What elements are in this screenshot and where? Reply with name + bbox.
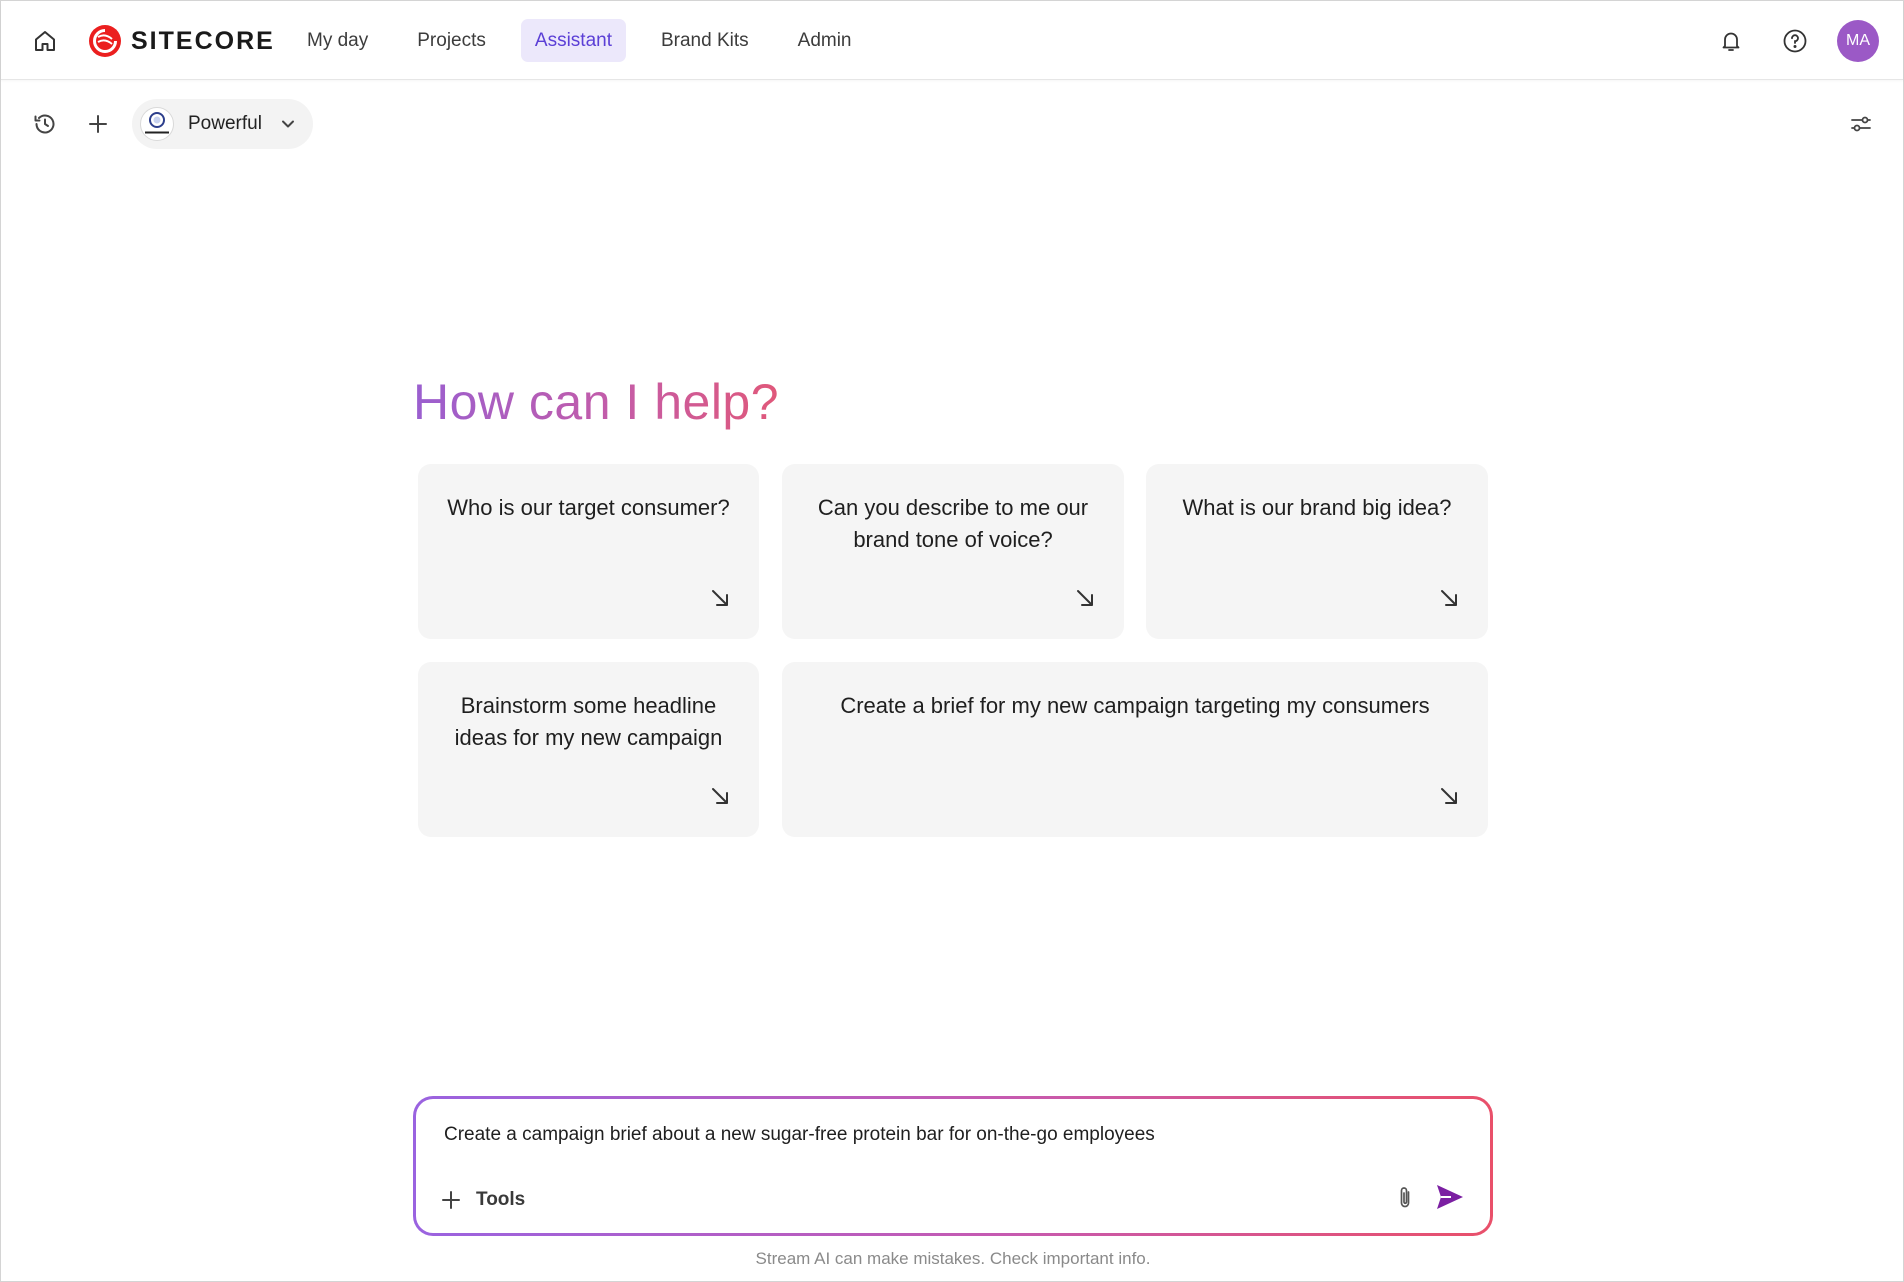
- agent-name: Powerful: [188, 113, 262, 134]
- nav-item-brand-kits[interactable]: Brand Kits: [647, 19, 763, 62]
- suggestion-text: Create a brief for my new campaign targe…: [840, 693, 1430, 718]
- suggestion-text: Who is our target consumer?: [447, 495, 730, 520]
- app-window: SITECORE My day Projects Assistant Brand…: [0, 0, 1904, 1282]
- arrow-down-right-icon: [712, 590, 728, 606]
- chat-settings-button[interactable]: [1841, 104, 1881, 144]
- bell-icon: [1722, 32, 1740, 51]
- paperclip-icon: [1400, 1187, 1410, 1208]
- nav-item-my-day[interactable]: My day: [293, 19, 382, 62]
- tools-label: Tools: [476, 1189, 526, 1210]
- nav-item-projects[interactable]: Projects: [403, 19, 500, 62]
- nav-item-assistant[interactable]: Assistant: [520, 19, 626, 62]
- user-avatar[interactable]: MA: [1837, 20, 1879, 62]
- arrow-down-right-icon: [1441, 788, 1457, 804]
- send-button[interactable]: [1434, 1181, 1466, 1213]
- attach-button[interactable]: [1392, 1185, 1418, 1211]
- agent-logo-icon: [144, 112, 170, 135]
- main-nav: My day Projects Assistant Brand Kits Adm…: [293, 19, 887, 62]
- sitecore-logo-mark-icon: [89, 25, 121, 57]
- nav-item-admin[interactable]: Admin: [784, 19, 866, 62]
- new-chat-button[interactable]: [78, 104, 118, 144]
- suggestion-card[interactable]: Brainstorm some headline ideas for my ne…: [418, 662, 759, 837]
- chevron-down-icon: [281, 120, 294, 128]
- brand-name: SITECORE: [131, 26, 275, 55]
- ai-disclaimer: Stream AI can make mistakes. Check impor…: [755, 1249, 1151, 1268]
- top-nav-bar: SITECORE My day Projects Assistant Brand…: [1, 1, 1903, 80]
- suggestion-card[interactable]: Create a brief for my new campaign targe…: [782, 662, 1488, 837]
- suggestion-card[interactable]: Can you describe to me our brand tone of…: [782, 464, 1124, 639]
- notifications-button[interactable]: [1709, 19, 1753, 63]
- suggestion-text: What is our brand big idea?: [1182, 495, 1452, 520]
- arrow-down-right-icon: [1077, 590, 1093, 606]
- assistant-toolbar: Powerful: [1, 99, 1903, 149]
- send-icon: [1437, 1185, 1463, 1209]
- help-icon: [1783, 29, 1807, 53]
- sliders-icon: [1851, 116, 1871, 132]
- arrow-down-right-icon: [712, 788, 728, 804]
- history-button[interactable]: [25, 104, 65, 144]
- prompt-composer: Tools: [413, 1096, 1493, 1236]
- plus-icon: [442, 1191, 460, 1209]
- home-icon: [35, 31, 55, 51]
- home-button[interactable]: [25, 23, 65, 59]
- suggestion-text: Can you describe to me our brand tone of…: [817, 495, 1089, 552]
- tools-button[interactable]: Tools: [440, 1189, 525, 1211]
- help-button[interactable]: [1773, 19, 1817, 63]
- prompt-composer-inner: Tools: [416, 1099, 1490, 1233]
- suggestion-card[interactable]: Who is our target consumer?: [418, 464, 759, 639]
- agent-logo: [140, 107, 174, 141]
- suggestion-card[interactable]: What is our brand big idea?: [1146, 464, 1488, 639]
- prompt-input[interactable]: [442, 1123, 1442, 1147]
- sitecore-logo[interactable]: SITECORE: [87, 22, 275, 60]
- agent-selector[interactable]: Powerful: [132, 99, 313, 149]
- arrow-down-right-icon: [1441, 590, 1457, 606]
- suggestion-text: Brainstorm some headline ideas for my ne…: [454, 693, 723, 750]
- plus-icon: [89, 115, 107, 133]
- history-icon: [34, 114, 55, 134]
- top-right-actions: MA: [1689, 19, 1879, 63]
- welcome-heading: How can I help?: [413, 374, 780, 430]
